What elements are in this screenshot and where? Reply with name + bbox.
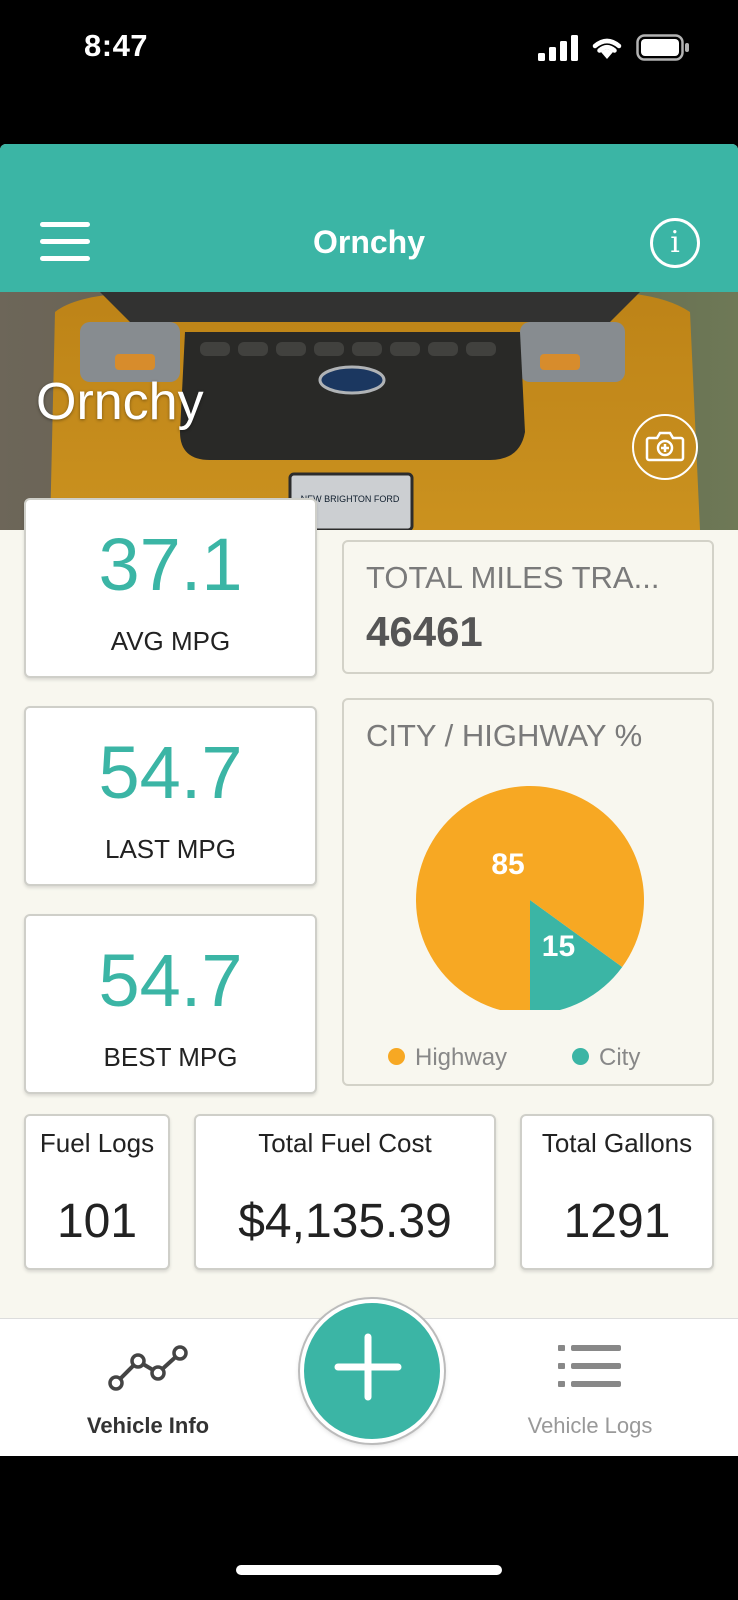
home-indicator[interactable] <box>236 1565 502 1575</box>
total-miles-label: TOTAL MILES TRA... <box>366 560 660 595</box>
page-title: Ornchy <box>312 224 426 260</box>
legend-city: City <box>572 1044 640 1072</box>
legend-city-dot <box>572 1048 589 1066</box>
info-icon[interactable]: i <box>650 218 700 268</box>
last-mpg-label: LAST MPG <box>104 834 236 864</box>
total-fuel-cost-label: Total Fuel Cost <box>258 1128 432 1158</box>
legend-highway-label: Highway <box>415 1044 508 1071</box>
add-log-button[interactable] <box>300 1299 444 1443</box>
total-fuel-cost-card: Total Fuel Cost $4,135.39 <box>194 1114 496 1270</box>
nav-vehicle-info[interactable]: Vehicle Info <box>28 1319 268 1456</box>
camera-add-icon[interactable] <box>632 414 698 480</box>
last-mpg-value: 54.7 <box>98 731 243 814</box>
top-app-bar: Ornchy i <box>0 144 738 292</box>
total-gallons-label: Total Gallons <box>541 1128 693 1158</box>
legend-highway-dot <box>388 1048 405 1066</box>
clock: 8:47 <box>84 28 149 63</box>
battery-icon <box>636 34 689 61</box>
app-screen: Ornchy i NEW BRIGHTON FORD Ornchy 37.1 A… <box>0 144 738 1456</box>
vehicle-name: Ornchy <box>36 373 204 431</box>
plus-icon <box>334 1333 402 1401</box>
fuel-logs-label: Fuel Logs <box>39 1128 155 1158</box>
legend-city-label: City <box>599 1044 641 1071</box>
wifi-icon <box>592 38 622 59</box>
vehicle-photo: NEW BRIGHTON FORD Ornchy <box>0 292 738 530</box>
total-miles-card: TOTAL MILES TRA... 46461 <box>342 540 714 674</box>
signal-icon <box>538 35 578 61</box>
chart-title: CITY / HIGHWAY % <box>366 718 643 753</box>
best-mpg-card: 54.7 BEST MPG <box>24 914 317 1094</box>
nav-vehicle-info-label: Vehicle Info <box>86 1413 210 1438</box>
bottom-navigation: Vehicle Info Vehicle Logs <box>0 1299 738 1456</box>
total-fuel-cost-value: $4,135.39 <box>238 1195 452 1248</box>
avg-mpg-label: AVG MPG <box>110 626 231 656</box>
pie-label-highway: 85 <box>491 848 524 881</box>
best-mpg-label: BEST MPG <box>103 1042 238 1072</box>
total-gallons-value: 1291 <box>563 1195 671 1248</box>
total-miles-value: 46461 <box>366 608 483 655</box>
nav-vehicle-logs-label: Vehicle Logs <box>527 1413 653 1438</box>
city-highway-chart-card: CITY / HIGHWAY % 15 85 Highway City <box>342 698 714 1086</box>
avg-mpg-card: 37.1 AVG MPG <box>24 498 317 678</box>
pie-chart: 1585 <box>416 786 644 1010</box>
best-mpg-value: 54.7 <box>98 939 243 1022</box>
last-mpg-card: 54.7 LAST MPG <box>24 706 317 886</box>
avg-mpg-value: 37.1 <box>98 523 243 606</box>
line-chart-icon <box>108 1345 188 1391</box>
total-gallons-card: Total Gallons 1291 <box>520 1114 714 1270</box>
fuel-logs-value: 101 <box>56 1195 138 1248</box>
list-icon <box>558 1345 621 1387</box>
pie-label-city: 15 <box>542 930 575 963</box>
nav-vehicle-logs[interactable]: Vehicle Logs <box>470 1319 710 1456</box>
status-bar: 8:47 <box>0 0 738 100</box>
fuel-logs-card: Fuel Logs 101 <box>24 1114 170 1270</box>
legend-highway: Highway <box>388 1044 507 1072</box>
